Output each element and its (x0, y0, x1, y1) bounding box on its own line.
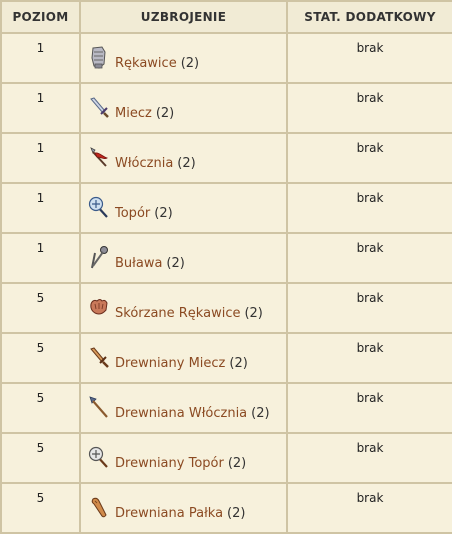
item-count: (2) (154, 206, 173, 221)
item-link[interactable]: Buława (115, 257, 162, 272)
table-row: 5 Drewniany Miecz (2) brak (0, 332, 452, 384)
item-link[interactable]: Drewniana Włócznia (115, 407, 247, 422)
level-cell: 5 (0, 382, 81, 434)
table-row: 1 Rękawice (2) brak (0, 32, 452, 84)
weapon-cell: Drewniany Miecz (2) (79, 332, 288, 384)
table-row: 5 Drewniana Włócznia (2) brak (0, 382, 452, 434)
level-cell: 5 (0, 332, 81, 384)
level-cell: 5 (0, 432, 81, 484)
bonus-cell: brak (286, 132, 452, 184)
leather-gloves-icon (87, 294, 111, 322)
weapon-cell: Drewniana Włócznia (2) (79, 382, 288, 434)
item-count: (2) (229, 356, 248, 371)
bonus-cell: brak (286, 182, 452, 234)
item-count: (2) (177, 156, 196, 171)
wooden-sword-icon (87, 344, 111, 372)
bonus-cell: brak (286, 232, 452, 284)
table-row: 1 Topór (2) brak (0, 182, 452, 234)
table-header-row: POZIOM UZBROJENIE STAT. DODATKOWY (0, 0, 452, 34)
weapon-cell: Drewniana Pałka (2) (79, 482, 288, 534)
table-row: 5 Drewniana Pałka (2) brak (0, 482, 452, 534)
item-link[interactable]: Drewniany Miecz (115, 357, 225, 372)
level-cell: 1 (0, 182, 81, 234)
bonus-cell: brak (286, 382, 452, 434)
header-bonus: STAT. DODATKOWY (286, 0, 452, 34)
weapon-cell: Miecz (2) (79, 82, 288, 134)
weapon-cell: Topór (2) (79, 182, 288, 234)
table-row: 1 Buława (2) brak (0, 232, 452, 284)
item-link[interactable]: Drewniana Pałka (115, 507, 223, 522)
level-cell: 5 (0, 482, 81, 534)
weapons-table: POZIOM UZBROJENIE STAT. DODATKOWY 1 Ręka… (0, 0, 452, 534)
item-link[interactable]: Drewniany Topór (115, 457, 224, 472)
item-count: (2) (227, 456, 247, 471)
weapon-cell: Drewniany Topór (2) (79, 432, 288, 484)
weapon-cell: Skórzane Rękawice (2) (79, 282, 288, 334)
wooden-club-icon (87, 494, 111, 522)
level-cell: 1 (0, 82, 81, 134)
level-cell: 5 (0, 282, 81, 334)
table-row: 1 Włócznia (2) brak (0, 132, 452, 184)
table-row: 5 Drewniany Topór (2) brak (0, 432, 452, 484)
bonus-cell: brak (286, 482, 452, 534)
bonus-cell: brak (286, 82, 452, 134)
level-cell: 1 (0, 32, 81, 84)
wooden-axe-icon (87, 444, 111, 472)
item-link[interactable]: Skórzane Rękawice (115, 307, 240, 322)
sword-icon (87, 94, 111, 122)
level-cell: 1 (0, 232, 81, 284)
item-count: (2) (166, 256, 185, 271)
weapon-cell: Buława (2) (79, 232, 288, 284)
item-link[interactable]: Topór (115, 207, 150, 222)
weapon-cell: Rękawice (2) (79, 32, 288, 84)
item-link[interactable]: Miecz (115, 107, 152, 122)
gauntlet-icon (87, 44, 111, 72)
wooden-spear-icon (87, 394, 111, 422)
bonus-cell: brak (286, 282, 452, 334)
item-count: (2) (227, 506, 246, 521)
header-weapon: UZBROJENIE (79, 0, 288, 34)
item-count: (2) (180, 56, 200, 71)
header-level: POZIOM (0, 0, 81, 34)
weapon-cell: Włócznia (2) (79, 132, 288, 184)
item-link[interactable]: Rękawice (115, 57, 177, 72)
axe-icon (87, 194, 111, 222)
item-count: (2) (244, 306, 263, 321)
item-count: (2) (155, 106, 175, 121)
level-cell: 1 (0, 132, 81, 184)
bonus-cell: brak (286, 332, 452, 384)
table-row: 1 Miecz (2) brak (0, 82, 452, 134)
bonus-cell: brak (286, 432, 452, 484)
table-row: 5 Skórzane Rękawice (2) brak (0, 282, 452, 334)
item-count: (2) (251, 406, 270, 421)
mace-icon (87, 244, 111, 272)
bonus-cell: brak (286, 32, 452, 84)
item-link[interactable]: Włócznia (115, 157, 173, 172)
spear-icon (87, 144, 111, 172)
